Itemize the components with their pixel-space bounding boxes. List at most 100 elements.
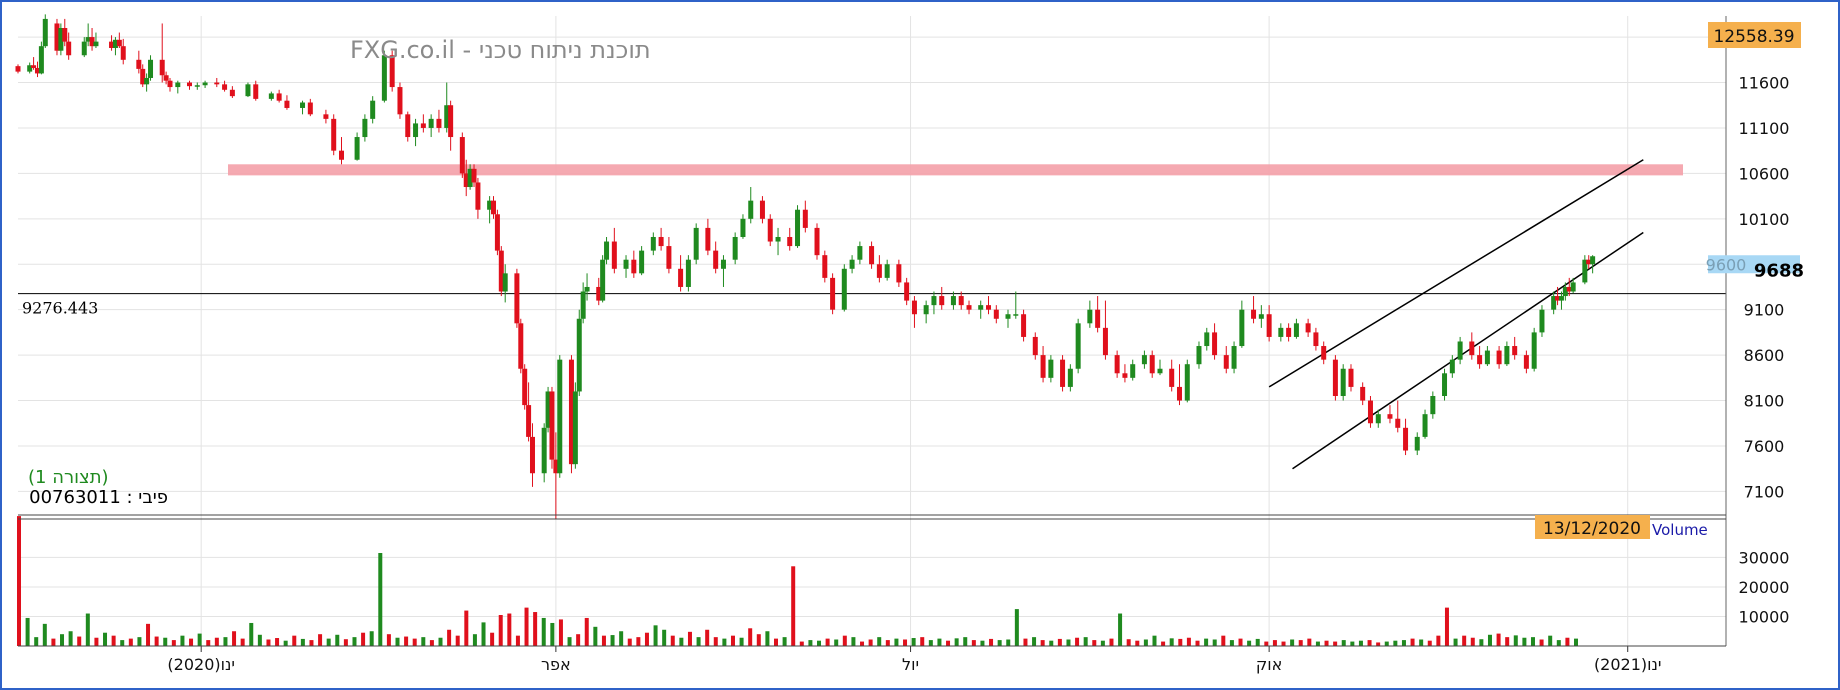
candle-body (1430, 396, 1436, 415)
volume-bar (77, 636, 82, 646)
volume-bar (696, 637, 701, 646)
volume-bar (1333, 641, 1338, 646)
volume-bar (662, 629, 667, 646)
x-tick-label: אוק (1256, 655, 1282, 674)
y-tick-label: 8100 (1744, 392, 1785, 411)
volume-bar (1565, 637, 1570, 646)
volume-bar (515, 635, 520, 646)
candle-body (1321, 346, 1327, 360)
volume-bar (1298, 640, 1303, 646)
candle-body (502, 273, 508, 292)
volume-bar (343, 639, 348, 646)
candle-body (1590, 256, 1596, 265)
candle-body (284, 100, 290, 108)
candle-body (436, 118, 442, 128)
candle-body (1122, 373, 1128, 378)
candle-body (1130, 364, 1136, 378)
volume-bar (266, 639, 271, 646)
volume-bar (1496, 633, 1501, 646)
candle-body (1157, 368, 1163, 374)
volume-bar (421, 637, 426, 646)
candle-body (1387, 414, 1393, 419)
volume-bar (498, 615, 503, 646)
candle-body (678, 268, 684, 287)
volume-bar (1453, 638, 1458, 646)
candle-body (787, 236, 793, 247)
candle-body (526, 405, 532, 437)
volume-bar (1247, 640, 1252, 646)
volume-bar (1487, 634, 1492, 646)
volume-bar (619, 631, 624, 646)
volume-bar (894, 638, 899, 646)
candle-body (116, 39, 122, 47)
candle-body (1048, 359, 1054, 378)
candle-body (163, 75, 169, 81)
candle-body (1449, 359, 1455, 374)
volume-bar (567, 637, 572, 646)
volume-bar (1040, 640, 1045, 646)
volume-tick-label: 10000 (1739, 607, 1790, 626)
candle-body (362, 118, 368, 138)
chart-canvas: 1210011600111001060010100960091008600810… (15, 14, 1804, 674)
y-tick-label: 10100 (1739, 210, 1790, 229)
volume-bar (1341, 640, 1346, 646)
volume-bar (395, 637, 400, 646)
volume-bar (455, 635, 460, 646)
volume-bar (1574, 638, 1578, 646)
candle-body (81, 41, 87, 56)
candle-body (1239, 309, 1245, 347)
volume-bar (1204, 638, 1209, 646)
candle-body (1204, 332, 1210, 347)
candle-body (1169, 368, 1175, 387)
volume-bar (851, 637, 856, 646)
volume-bar (326, 638, 331, 646)
volume-bar (1427, 640, 1432, 646)
candle-body (1539, 309, 1545, 333)
volume-bar (1126, 639, 1131, 646)
volume-bar (533, 612, 538, 646)
candle-body (931, 296, 937, 306)
volume-bar (1419, 639, 1424, 646)
volume-bar (541, 617, 546, 646)
volume-bar (1092, 640, 1097, 646)
candle-body (814, 227, 820, 256)
candle-body (830, 277, 836, 310)
candle-body (1032, 336, 1038, 356)
volume-bar (1350, 641, 1355, 646)
candle-body (767, 218, 773, 242)
volume-bar (584, 617, 589, 646)
candle-body (1176, 386, 1182, 401)
candle-body (604, 241, 610, 260)
candle-body (31, 65, 37, 68)
volume-bar (1023, 638, 1028, 646)
y-tick-label: 7600 (1744, 437, 1785, 456)
volume-bar (558, 619, 563, 646)
candle-body (1278, 327, 1284, 337)
candle-body (1375, 414, 1381, 424)
candle-body (1504, 346, 1510, 365)
volume-bar (1436, 635, 1441, 646)
volume-bar (171, 640, 176, 646)
cursor-tick-label: 9600 (1706, 255, 1747, 274)
volume-bar (773, 638, 778, 646)
candle-body (557, 359, 563, 474)
volume-bar (352, 637, 357, 646)
candle-body (713, 250, 719, 269)
volume-bar (644, 632, 649, 646)
volume-bar (1401, 640, 1406, 646)
volume-bar (653, 625, 658, 646)
candle-body (1266, 314, 1272, 337)
volume-bar (1530, 637, 1535, 646)
volume-bar (1006, 639, 1011, 646)
candle-body (194, 85, 200, 87)
volume-bar (868, 639, 873, 646)
candle-body (685, 259, 691, 287)
candle-body (522, 368, 528, 406)
volume-bar (576, 634, 581, 646)
volume-bar (1014, 609, 1019, 646)
candle-body (1184, 364, 1190, 401)
candle-body (748, 200, 754, 219)
candle-body (1367, 400, 1373, 424)
candle-body (693, 227, 699, 260)
candle-body (245, 84, 251, 97)
